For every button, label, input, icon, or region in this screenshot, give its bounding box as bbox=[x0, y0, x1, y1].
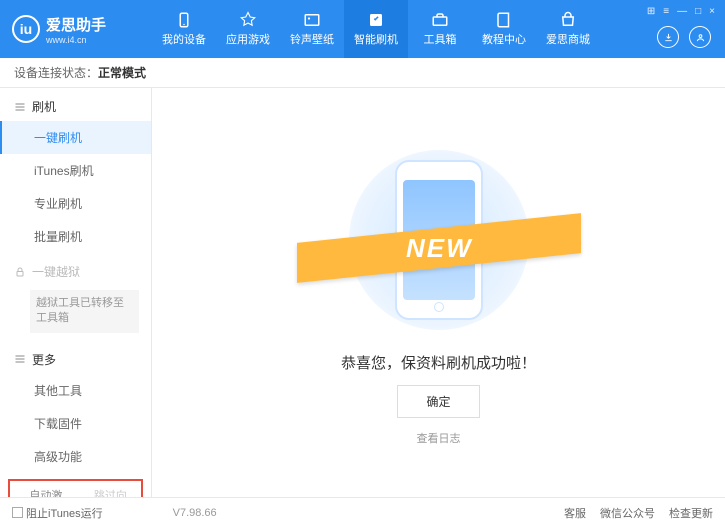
options-highlight-box: 自动激活 跳过向导 bbox=[8, 479, 143, 497]
sidebar-item-other-tools[interactable]: 其他工具 bbox=[0, 374, 151, 407]
nav-smart-flash[interactable]: 智能刷机 bbox=[344, 0, 408, 58]
checkbox-block-itunes[interactable]: 阻止iTunes运行 bbox=[12, 505, 103, 521]
toolbox-icon bbox=[431, 11, 449, 29]
nav-tutorials[interactable]: 教程中心 bbox=[472, 0, 536, 58]
footer-link-update[interactable]: 检查更新 bbox=[669, 505, 713, 521]
sidebar-item-advanced[interactable]: 高级功能 bbox=[0, 440, 151, 473]
minimize-icon[interactable]: — bbox=[677, 6, 687, 17]
device-icon bbox=[175, 11, 193, 29]
flash-icon bbox=[367, 11, 385, 29]
sidebar-item-pro-flash[interactable]: 专业刷机 bbox=[0, 187, 151, 220]
nav-apps-games[interactable]: 应用游戏 bbox=[216, 0, 280, 58]
sidebar: 刷机 一键刷机 iTunes刷机 专业刷机 批量刷机 一键越狱 越狱工具已转移至… bbox=[0, 88, 152, 497]
nav-store[interactable]: 爱思商城 bbox=[536, 0, 600, 58]
window-controls: ⊞ ≡ — □ × bbox=[647, 6, 715, 17]
success-message: 恭喜您，保资料刷机成功啦！ bbox=[341, 352, 536, 373]
footer: 阻止iTunes运行 V7.98.66 客服 微信公众号 检查更新 bbox=[0, 497, 725, 527]
sidebar-item-batch-flash[interactable]: 批量刷机 bbox=[0, 220, 151, 253]
status-label: 设备连接状态： bbox=[14, 64, 98, 81]
ok-button[interactable]: 确定 bbox=[397, 385, 479, 418]
app-url: www.i4.cn bbox=[46, 35, 106, 45]
book-icon bbox=[495, 11, 513, 29]
lock-icon bbox=[14, 266, 26, 278]
nav-ringtones[interactable]: 铃声壁纸 bbox=[280, 0, 344, 58]
checkbox-auto-activate[interactable]: 自动激活 bbox=[16, 487, 71, 497]
version-label: V7.98.66 bbox=[173, 507, 217, 519]
download-icon[interactable] bbox=[657, 26, 679, 48]
sidebar-group-jailbreak: 一键越狱 bbox=[0, 253, 151, 286]
sidebar-group-more[interactable]: 更多 bbox=[0, 341, 151, 374]
sidebar-group-flash[interactable]: 刷机 bbox=[0, 88, 151, 121]
success-illustration: NEW bbox=[339, 140, 539, 340]
app-name: 爱思助手 bbox=[46, 14, 106, 35]
menu-icon bbox=[14, 353, 26, 365]
logo-icon: iu bbox=[12, 15, 40, 43]
user-icon[interactable] bbox=[689, 26, 711, 48]
nav-my-device[interactable]: 我的设备 bbox=[152, 0, 216, 58]
checkbox-skip-guide[interactable]: 跳过向导 bbox=[81, 487, 136, 497]
image-icon bbox=[303, 11, 321, 29]
status-mode: 正常模式 bbox=[98, 64, 146, 81]
maximize-icon[interactable]: □ bbox=[695, 6, 701, 17]
app-header: iu 爱思助手 www.i4.cn 我的设备 应用游戏 铃声壁纸 智能刷机 工具… bbox=[0, 0, 725, 58]
jailbreak-note[interactable]: 越狱工具已转移至工具箱 bbox=[30, 290, 139, 333]
checkbox-icon bbox=[12, 507, 23, 518]
menu-icon bbox=[14, 101, 26, 113]
sidebar-item-itunes-flash[interactable]: iTunes刷机 bbox=[0, 154, 151, 187]
menu-icon[interactable]: ≡ bbox=[663, 6, 669, 17]
cart-icon[interactable]: ⊞ bbox=[647, 6, 655, 17]
footer-link-service[interactable]: 客服 bbox=[564, 505, 586, 521]
new-badge-text: NEW bbox=[405, 232, 472, 263]
main-nav: 我的设备 应用游戏 铃声壁纸 智能刷机 工具箱 教程中心 爱思商城 bbox=[152, 0, 600, 58]
view-log-link[interactable]: 查看日志 bbox=[417, 430, 461, 446]
sidebar-item-download-fw[interactable]: 下载固件 bbox=[0, 407, 151, 440]
logo-area: iu 爱思助手 www.i4.cn bbox=[0, 14, 152, 45]
nav-toolbox[interactable]: 工具箱 bbox=[408, 0, 472, 58]
close-icon[interactable]: × bbox=[709, 6, 715, 17]
sidebar-item-onekey-flash[interactable]: 一键刷机 bbox=[0, 121, 151, 154]
apps-icon bbox=[239, 11, 257, 29]
store-icon bbox=[559, 11, 577, 29]
footer-link-wechat[interactable]: 微信公众号 bbox=[600, 505, 655, 521]
content-area: NEW 恭喜您，保资料刷机成功啦！ 确定 查看日志 bbox=[152, 88, 725, 497]
status-bar: 设备连接状态： 正常模式 bbox=[0, 58, 725, 88]
